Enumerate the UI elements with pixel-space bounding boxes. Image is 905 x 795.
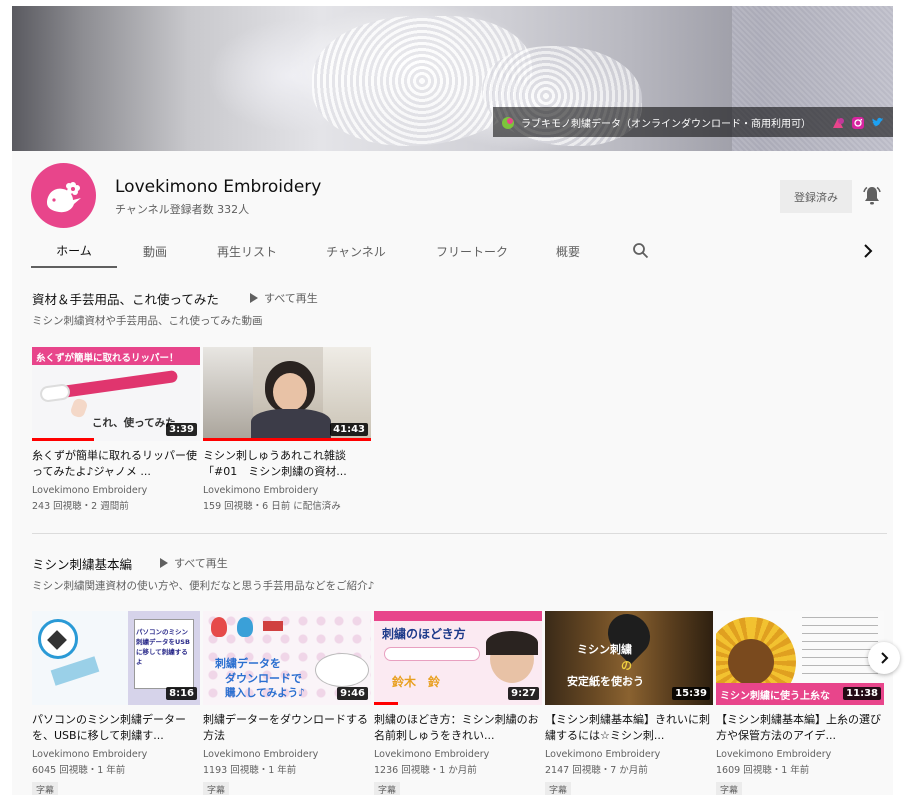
video-channel[interactable]: Lovekimono Embroidery (545, 749, 713, 760)
captions-badge: 字幕 (374, 782, 401, 795)
banner-links: ラブキモノ刺繍データ（オンラインダウンロード・商用利用可） (493, 107, 893, 137)
video-duration: 8:16 (166, 687, 197, 700)
video-meta: 1236 回視聴・1 か月前 (374, 765, 477, 776)
video-thumbnail[interactable]: パソコンのミシン刺繍データをUSBに移して刺繍するよ 8:16 (32, 611, 200, 705)
twitter-icon[interactable] (871, 115, 885, 129)
bird-logo-icon (46, 181, 81, 212)
thumbnail-text: 安定紙を使おう (567, 675, 644, 688)
video-card[interactable]: ミシン刺繍 の 安定紙を使おう 15:39 【ミシン刺繍基本編】きれいに刺繍する… (545, 611, 713, 795)
captions-badge: 字幕 (716, 782, 743, 795)
video-duration: 9:46 (337, 687, 368, 700)
thumbnail-text: ミシン刺繍に使う上糸な (720, 691, 830, 702)
video-title[interactable]: 糸くずが簡単に取れるリッパー使ってみたよ♪ジャノメ ... (32, 448, 200, 480)
tab-community[interactable]: フリートーク (422, 235, 522, 268)
video-card[interactable]: 刺繍データを ダウンロードで 購入してみよう♪ 9:46 刺繍データーをダウンロ… (203, 611, 371, 795)
video-title[interactable]: パソコンのミシン刺繍データーを、USBに移して刺繍す... (32, 712, 200, 744)
section-title[interactable]: 資材＆手芸用品、これ使ってみた (32, 289, 219, 308)
thumbnail-text: 刺繍のほどき方 (382, 627, 466, 641)
section-description: ミシン刺繍資材や手芸用品、これ使ってみた動画 (32, 315, 263, 327)
thumbnail-text: 刺繍データを (215, 657, 281, 670)
captions-badge: 字幕 (203, 782, 230, 795)
video-meta: 1609 回視聴・1 年前 (716, 765, 810, 776)
thumbnail-text: ダウンロードで (225, 672, 302, 685)
video-meta: 243 回視聴・2 週間前 (32, 501, 129, 512)
watch-progress (32, 438, 95, 441)
play-icon (160, 558, 168, 568)
video-title[interactable]: 【ミシン刺繍基本編】きれいに刺繍するには☆ミシン刺... (545, 712, 713, 744)
video-thumbnail[interactable]: 糸くずが簡単に取れるリッパー！ これ、使ってみた 3:39 (32, 347, 200, 441)
video-card[interactable]: 41:43 ミシン刺しゅうあれこれ雑談「#01 ミシン刺繍の資材... Love… (203, 347, 371, 512)
video-meta: 6045 回視聴・1 年前 (32, 765, 126, 776)
video-title[interactable]: 【ミシン刺繍基本編】上糸の選び方や保管方法のアイデ... (716, 712, 884, 744)
watch-progress (203, 438, 371, 441)
video-thumbnail[interactable]: 41:43 (203, 347, 371, 441)
section-description: ミシン刺繍関連資材の使い方や、便利だなと思う手芸用品などをご紹介♪ (32, 580, 375, 592)
chevron-right-icon[interactable] (858, 241, 878, 261)
video-channel[interactable]: Lovekimono Embroidery (32, 485, 200, 496)
shelf-next-button[interactable] (868, 642, 900, 674)
search-icon[interactable] (631, 241, 651, 261)
thumbnail-text: パソコンのミシン刺繍データをUSBに移して刺繍するよ (136, 628, 190, 666)
video-meta: 2147 回視聴・7 か月前 (545, 765, 648, 776)
thumbnail-text: 鈴木 鈴 (392, 675, 441, 689)
chevron-right-icon (881, 652, 889, 664)
play-all-button[interactable]: すべて再生 (250, 290, 318, 306)
play-all-button[interactable]: すべて再生 (160, 555, 228, 571)
channel-banner: ラブキモノ刺繍データ（オンラインダウンロード・商用利用可） (12, 6, 893, 151)
subscribed-button[interactable]: 登録済み (780, 180, 852, 213)
banner-link-text[interactable]: ラブキモノ刺繍データ（オンラインダウンロード・商用利用可） (521, 115, 811, 130)
section-divider (32, 533, 887, 534)
video-channel[interactable]: Lovekimono Embroidery (716, 749, 884, 760)
video-thumbnail[interactable]: ミシン刺繍 の 安定紙を使おう 15:39 (545, 611, 713, 705)
play-all-label: すべて再生 (174, 557, 228, 570)
thumbnail-text: の (621, 659, 632, 672)
video-meta: 1193 回視聴・1 年前 (203, 765, 297, 776)
home-content: 資材＆手芸用品、これ使ってみた すべて再生 ミシン刺繍資材や手芸用品、これ使って… (12, 270, 900, 795)
tab-videos[interactable]: 動画 (125, 235, 185, 268)
tab-playlists[interactable]: 再生リスト (202, 235, 292, 268)
channel-tabs: ホーム 動画 再生リスト チャンネル フリートーク 概要 (12, 235, 893, 270)
channel-avatar[interactable] (31, 163, 96, 228)
video-title[interactable]: 刺繍のほどき方：ミシン刺繍のお名前刺しゅうをきれい... (374, 712, 542, 744)
video-card[interactable]: パソコンのミシン刺繍データをUSBに移して刺繍するよ 8:16 パソコンのミシン… (32, 611, 200, 795)
play-icon (250, 293, 258, 303)
section-title[interactable]: ミシン刺繍基本編 (32, 554, 132, 573)
channel-name: Lovekimono Embroidery (115, 177, 322, 197)
video-card[interactable]: 糸くずが簡単に取れるリッパー！ これ、使ってみた 3:39 糸くずが簡単に取れる… (32, 347, 200, 512)
tab-home[interactable]: ホーム (31, 235, 117, 268)
thumbnail-text: これ、使ってみた (92, 417, 176, 429)
thumbnail-text: 糸くずが簡単に取れるリッパー！ (36, 353, 179, 364)
video-duration: 3:39 (166, 423, 197, 436)
brand-link-icon[interactable] (831, 115, 845, 129)
video-title[interactable]: ミシン刺しゅうあれこれ雑談「#01 ミシン刺繍の資材... (203, 448, 371, 480)
video-card[interactable]: 刺繍のほどき方 鈴木 鈴 9:27 刺繍のほどき方：ミシン刺繍のお名前刺しゅうを… (374, 611, 542, 795)
video-duration: 41:43 (330, 423, 368, 436)
video-thumbnail[interactable]: ミシン刺繍に使う上糸な 11:38 (716, 611, 884, 705)
video-thumbnail[interactable]: 刺繍データを ダウンロードで 購入してみよう♪ 9:46 (203, 611, 371, 705)
video-channel[interactable]: Lovekimono Embroidery (32, 749, 200, 760)
video-channel[interactable]: Lovekimono Embroidery (203, 485, 371, 496)
video-duration: 11:38 (843, 687, 881, 700)
tab-channels[interactable]: チャンネル (312, 235, 400, 268)
play-all-label: すべて再生 (264, 292, 318, 305)
watch-progress (374, 702, 398, 705)
video-title[interactable]: 刺繍データーをダウンロードする方法 (203, 712, 371, 744)
video-meta: 159 回視聴・6 日前 に配信済み (203, 501, 341, 512)
thumbnail-text: ミシン刺繍 (577, 643, 632, 656)
video-duration: 9:27 (508, 687, 539, 700)
thumbnail-text: 購入してみよう♪ (225, 687, 305, 699)
instagram-icon[interactable] (851, 115, 865, 129)
site-link-icon[interactable] (501, 115, 515, 129)
video-duration: 15:39 (672, 687, 710, 700)
video-card[interactable]: ミシン刺繍に使う上糸な 11:38 【ミシン刺繍基本編】上糸の選び方や保管方法の… (716, 611, 884, 795)
captions-badge: 字幕 (545, 782, 572, 795)
video-channel[interactable]: Lovekimono Embroidery (374, 749, 542, 760)
video-thumbnail[interactable]: 刺繍のほどき方 鈴木 鈴 9:27 (374, 611, 542, 705)
captions-badge: 字幕 (32, 782, 59, 795)
channel-header: Lovekimono Embroidery チャンネル登録者数 332人 登録済… (12, 151, 893, 270)
notification-bell-icon[interactable] (860, 184, 884, 208)
video-channel[interactable]: Lovekimono Embroidery (203, 749, 371, 760)
tab-about[interactable]: 概要 (542, 235, 594, 268)
subscriber-count: チャンネル登録者数 332人 (115, 203, 250, 216)
